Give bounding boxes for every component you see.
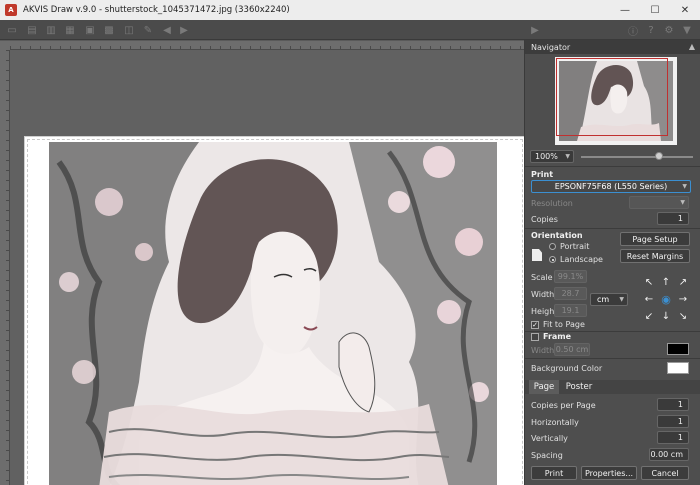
portrait-radio[interactable] xyxy=(549,243,556,250)
run-icon[interactable]: ▶ xyxy=(529,24,541,36)
chevron-down-icon: ▼ xyxy=(680,199,685,206)
fit-to-page-checkbox[interactable]: ✓ xyxy=(531,321,539,329)
zoom-select[interactable]: 100% ▼ xyxy=(530,150,574,163)
background-color-label: Background Color xyxy=(531,364,603,373)
edit-icon[interactable]: ✎ xyxy=(142,24,154,36)
scale-field[interactable]: 99.1% xyxy=(554,270,587,283)
chevron-down-icon: ▼ xyxy=(619,296,624,303)
batch-icon[interactable]: ▩ xyxy=(103,24,115,36)
width-field[interactable]: 28.7 xyxy=(554,287,587,300)
help-icon[interactable]: ? xyxy=(645,24,657,36)
print-section-title: Print xyxy=(531,170,554,179)
window-title: AKVIS Draw v.9.0 - shutterstock_10453714… xyxy=(23,5,290,15)
resolution-label: Resolution xyxy=(531,199,573,208)
width-label: Width xyxy=(531,290,555,299)
reset-margins-button[interactable]: Reset Margins xyxy=(620,249,690,263)
copies-per-page-label: Copies per Page xyxy=(531,401,596,410)
frame-checkbox[interactable] xyxy=(531,333,539,341)
zoom-slider-handle[interactable] xyxy=(655,152,664,160)
cancel-button[interactable]: Cancel xyxy=(641,466,689,480)
ruler-corner xyxy=(0,41,10,50)
arrow-right-icon[interactable]: → xyxy=(677,293,689,305)
title-bar: A AKVIS Draw v.9.0 - shutterstock_104537… xyxy=(0,0,700,20)
horizontally-field[interactable]: 1 xyxy=(657,415,689,428)
effect-icon[interactable]: ◫ xyxy=(123,24,135,36)
export-icon[interactable]: ▥ xyxy=(45,24,57,36)
open-file-icon[interactable]: ▭ xyxy=(6,24,18,36)
orientation-title: Orientation xyxy=(531,231,583,240)
vertical-ruler xyxy=(0,50,10,485)
share-icon[interactable]: ▣ xyxy=(84,24,96,36)
save-file-icon[interactable]: ▤ xyxy=(26,24,38,36)
portrait-label: Portrait xyxy=(560,242,590,251)
print-button[interactable]: Print xyxy=(531,466,577,480)
unit-select[interactable]: cm ▼ xyxy=(590,293,628,306)
divider xyxy=(525,228,700,229)
navigator-preview[interactable] xyxy=(555,57,677,145)
info-icon[interactable]: ⓘ xyxy=(627,24,639,38)
arrow-up-left-icon[interactable]: ↖ xyxy=(643,276,655,288)
copies-field[interactable]: 1 xyxy=(657,212,689,225)
copies-per-page-field[interactable]: 1 xyxy=(657,398,689,411)
spacing-field[interactable]: 0.00 cm xyxy=(649,448,689,461)
alignment-grid: ↖ ↑ ↗ ← ◉ → ↙ ↓ ↘ xyxy=(643,276,689,322)
arrow-up-right-icon[interactable]: ↗ xyxy=(677,276,689,288)
minimize-button[interactable]: — xyxy=(610,0,640,20)
arrow-down-icon[interactable]: ↓ xyxy=(660,310,672,322)
undo-icon[interactable]: ◀ xyxy=(161,24,173,36)
navigator-title: Navigator xyxy=(531,42,571,52)
vertically-label: Vertically xyxy=(531,434,568,443)
chevron-down-icon: ▼ xyxy=(565,153,570,160)
redo-icon[interactable]: ▶ xyxy=(178,24,190,36)
horizontal-ruler xyxy=(10,41,524,50)
landscape-page-icon xyxy=(532,249,542,261)
horizontally-label: Horizontally xyxy=(531,418,579,427)
sketch-image xyxy=(49,142,497,485)
settings-icon[interactable]: ⚙ xyxy=(663,24,675,36)
landscape-label: Landscape xyxy=(560,255,603,264)
close-button[interactable]: ✕ xyxy=(670,0,700,20)
toolbar: ▭ ▤ ▥ ▦ ▣ ▩ ◫ ✎ ◀ ▶ ▶ ⓘ ? ⚙ ▼ xyxy=(0,20,700,40)
printer-select[interactable]: EPSONF75F68 (L550 Series) ▼ xyxy=(531,180,691,193)
background-color-swatch[interactable] xyxy=(667,362,689,374)
collapse-icon[interactable]: ▲ xyxy=(689,42,695,51)
frame-color-swatch[interactable] xyxy=(667,343,689,355)
page-poster-tabs: Page Poster xyxy=(525,380,700,394)
arrow-down-left-icon[interactable]: ↙ xyxy=(643,310,655,322)
copies-label: Copies xyxy=(531,215,558,224)
divider xyxy=(525,358,700,359)
tab-poster[interactable]: Poster xyxy=(561,380,597,394)
window-controls: — ☐ ✕ xyxy=(610,0,700,20)
navigator-viewport-frame[interactable] xyxy=(556,58,668,136)
zoom-slider-track[interactable] xyxy=(581,156,693,158)
canvas-area[interactable] xyxy=(10,50,526,485)
resolution-select[interactable]: ▼ xyxy=(629,196,689,209)
navigator-header[interactable]: Navigator ▲ xyxy=(525,40,700,54)
frame-width-label: Width xyxy=(531,346,555,355)
frame-label: Frame xyxy=(543,332,572,341)
chevron-down-icon: ▼ xyxy=(682,183,687,190)
center-icon[interactable]: ◉ xyxy=(660,293,672,306)
settings-panel: Navigator ▲ 100% ▼ Print EPSONF75F68 (L5… xyxy=(524,40,700,485)
vertically-field[interactable]: 1 xyxy=(657,431,689,444)
tab-page[interactable]: Page xyxy=(529,380,559,394)
scale-label: Scale xyxy=(531,273,553,282)
arrow-down-right-icon[interactable]: ↘ xyxy=(677,310,689,322)
arrow-up-icon[interactable]: ↑ xyxy=(660,276,672,288)
spacing-label: Spacing xyxy=(531,451,563,460)
arrow-left-icon[interactable]: ← xyxy=(643,293,655,305)
divider xyxy=(525,166,700,167)
fit-to-page-label: Fit to Page xyxy=(543,320,585,329)
page-setup-button[interactable]: Page Setup xyxy=(620,232,690,246)
news-icon[interactable]: ▼ xyxy=(681,24,693,36)
frame-width-field[interactable]: 0.50 cm xyxy=(554,343,590,356)
print-icon[interactable]: ▦ xyxy=(64,24,76,36)
properties-button[interactable]: Properties... xyxy=(581,466,637,480)
landscape-radio[interactable] xyxy=(549,256,556,263)
height-field[interactable]: 19.1 xyxy=(554,304,587,317)
maximize-button[interactable]: ☐ xyxy=(640,0,670,20)
app-logo-icon: A xyxy=(5,4,17,16)
